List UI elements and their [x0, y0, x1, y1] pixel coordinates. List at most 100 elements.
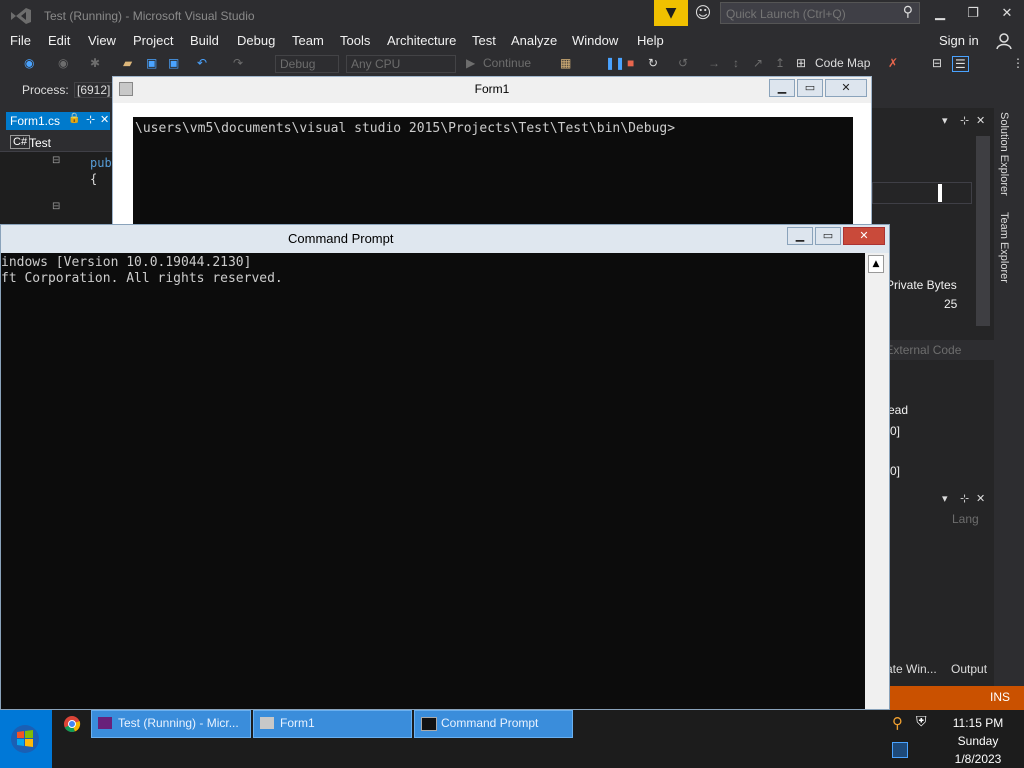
editor-tab-form1[interactable]: Form1.cs 🔒 ⊹ ✕ — [6, 112, 110, 130]
feedback-smiley-icon[interactable]: ☺ — [694, 3, 712, 22]
form1-maximize-button[interactable]: ▭ — [797, 79, 823, 97]
continue-button[interactable]: Continue — [483, 56, 531, 70]
solution-config-select[interactable]: Debug — [275, 55, 339, 73]
language-bar-icon[interactable] — [892, 742, 908, 758]
show-next-statement-icon[interactable]: ↺ — [678, 56, 688, 70]
command-prompt-window[interactable]: Command Prompt ▁ ▭ ✕ indows [Version 10.… — [0, 224, 890, 710]
clock-day: Sunday — [957, 734, 999, 748]
quick-launch-input[interactable] — [721, 4, 901, 24]
network-icon[interactable]: ⛨ — [916, 714, 927, 730]
open-folder-icon[interactable]: ▰ — [123, 56, 132, 70]
lock-icon[interactable]: 🔒 — [68, 113, 80, 124]
thread-row-2[interactable]: 0] — [890, 464, 900, 478]
panel-dropdown-icon[interactable]: ▾ — [942, 114, 948, 127]
menu-tools[interactable]: Tools — [340, 33, 370, 48]
menu-test[interactable]: Test — [472, 33, 496, 48]
save-icon[interactable]: ▣ — [146, 56, 157, 70]
menu-file[interactable]: File — [10, 33, 31, 48]
class-navigator[interactable]: Test — [29, 136, 51, 150]
toolbox-icon[interactable]: ⊟ — [932, 56, 942, 70]
standard-toolbar: ◉ ◉ ✱ ▰ ▣ ▣ ↶ ↷ Debug Any CPU ▶ Continue… — [0, 54, 1024, 78]
form1-minimize-button[interactable]: ▁ — [769, 79, 795, 97]
menu-analyze[interactable]: Analyze — [511, 33, 557, 48]
form1-title-bar[interactable]: Form1 ▁ ▭ ✕ — [113, 77, 871, 103]
menu-build[interactable]: Build — [190, 33, 219, 48]
forward-icon[interactable]: ◉ — [58, 56, 68, 70]
continue-play-icon[interactable]: ▶ — [466, 56, 475, 70]
cmd-title-bar[interactable]: Command Prompt ▁ ▭ ✕ — [1, 225, 889, 253]
notifications-flag-icon[interactable]: ▼ — [654, 0, 688, 26]
pin-icon[interactable]: ⊹ — [86, 113, 95, 126]
layout-icon[interactable]: ☰ — [952, 56, 969, 72]
cmd-scrollbar[interactable]: ▲ — [865, 253, 887, 709]
restore-button[interactable]: ❐ — [958, 4, 988, 24]
process-select[interactable]: [6912] — [74, 82, 114, 98]
chrome-icon[interactable] — [63, 715, 81, 733]
redo-icon[interactable]: ↷ — [233, 56, 243, 70]
search-icon[interactable]: ⚲ — [903, 4, 913, 20]
panel-close-icon[interactable]: ✕ — [976, 114, 985, 127]
form1-window[interactable]: Form1 ▁ ▭ ✕ \users\vm5\documents\visual … — [112, 76, 872, 236]
code-map-button[interactable]: Code Map — [815, 56, 870, 70]
team-explorer-tab[interactable]: Team Explorer — [998, 212, 1010, 283]
close-button[interactable]: ✕ — [992, 4, 1022, 24]
start-button[interactable] — [0, 710, 52, 768]
menu-debug[interactable]: Debug — [237, 33, 275, 48]
code-editor[interactable]: C# Test ⊟ pub { ⊟ — [0, 132, 112, 232]
step-back-icon[interactable]: ↥ — [775, 56, 785, 70]
output-tab[interactable]: Output — [951, 662, 987, 676]
step-into-icon[interactable]: → — [708, 56, 720, 70]
minimize-button[interactable]: ▁ — [925, 4, 955, 24]
form1-title: Form1 — [474, 82, 510, 96]
language-column-header[interactable]: Lang — [952, 512, 979, 526]
scroll-up-arrow-icon[interactable]: ▲ — [868, 255, 884, 273]
panel-scrollbar[interactable] — [976, 136, 990, 326]
form1-console-textbox[interactable]: \users\vm5\documents\visual studio 2015\… — [133, 117, 853, 235]
panel2-pin-icon[interactable]: ⊹ — [960, 492, 969, 505]
stop-debugging-icon[interactable]: ■ — [627, 56, 634, 70]
thread-row-1[interactable]: 0] — [890, 424, 900, 438]
save-all-icon[interactable]: ▣ — [168, 56, 179, 70]
search-icon[interactable]: ⚲ — [892, 714, 903, 732]
menu-view[interactable]: View — [88, 33, 116, 48]
toolbar-overflow-icon[interactable]: ⋮ — [1012, 56, 1024, 70]
breakpoints-icon[interactable]: ✗ — [888, 56, 898, 70]
cmd-console[interactable]: indows [Version 10.0.19044.2130] ft Corp… — [1, 253, 865, 709]
taskbar-item-visual-studio[interactable]: Test (Running) - Micr... — [91, 710, 251, 738]
menu-edit[interactable]: Edit — [48, 33, 70, 48]
menu-architecture[interactable]: Architecture — [387, 33, 456, 48]
break-all-icon[interactable]: ❚❚ — [605, 56, 625, 70]
quick-launch-box[interactable]: ⚲ — [720, 2, 920, 24]
panel-pin-icon[interactable]: ⊹ — [960, 114, 969, 127]
collapse-icon-2[interactable]: ⊟ — [52, 201, 60, 212]
code-map-icon[interactable]: ⊞ — [796, 56, 806, 70]
step-over-icon[interactable]: ↕ — [733, 56, 739, 70]
menu-project[interactable]: Project — [133, 33, 173, 48]
immediate-window-tab[interactable]: ate Win... — [886, 662, 937, 676]
form1-close-button[interactable]: ✕ — [825, 79, 867, 97]
menu-window[interactable]: Window — [572, 33, 618, 48]
process-attach-icon[interactable]: ▦ — [560, 56, 571, 70]
thread-column-header[interactable]: ead — [888, 403, 908, 417]
menu-team[interactable]: Team — [292, 33, 324, 48]
collapse-icon[interactable]: ⊟ — [52, 155, 60, 166]
step-out-icon[interactable]: ↗ — [753, 56, 763, 70]
cmd-minimize-button[interactable]: ▁ — [787, 227, 813, 245]
taskbar-item-command-prompt[interactable]: Command Prompt — [414, 710, 573, 738]
sign-in-link[interactable]: Sign in — [939, 33, 979, 48]
undo-icon[interactable]: ↶ — [197, 56, 207, 70]
new-project-icon[interactable]: ✱ — [90, 56, 100, 70]
cmd-maximize-button[interactable]: ▭ — [815, 227, 841, 245]
taskbar-item-form1[interactable]: Form1 — [253, 710, 412, 738]
panel2-dropdown-icon[interactable]: ▾ — [942, 492, 948, 505]
tab-close-icon[interactable]: ✕ — [100, 113, 109, 126]
solution-explorer-tab[interactable]: Solution Explorer — [998, 112, 1010, 196]
menu-help[interactable]: Help — [637, 33, 664, 48]
panel2-close-icon[interactable]: ✕ — [976, 492, 985, 505]
cmd-close-button[interactable]: ✕ — [843, 227, 885, 245]
platform-select[interactable]: Any CPU — [346, 55, 456, 73]
system-clock[interactable]: 11:15 PM Sunday 1/8/2023 — [932, 714, 1024, 768]
account-icon[interactable] — [996, 32, 1012, 53]
restart-icon[interactable]: ↻ — [648, 56, 658, 70]
back-icon[interactable]: ◉ — [24, 56, 34, 70]
